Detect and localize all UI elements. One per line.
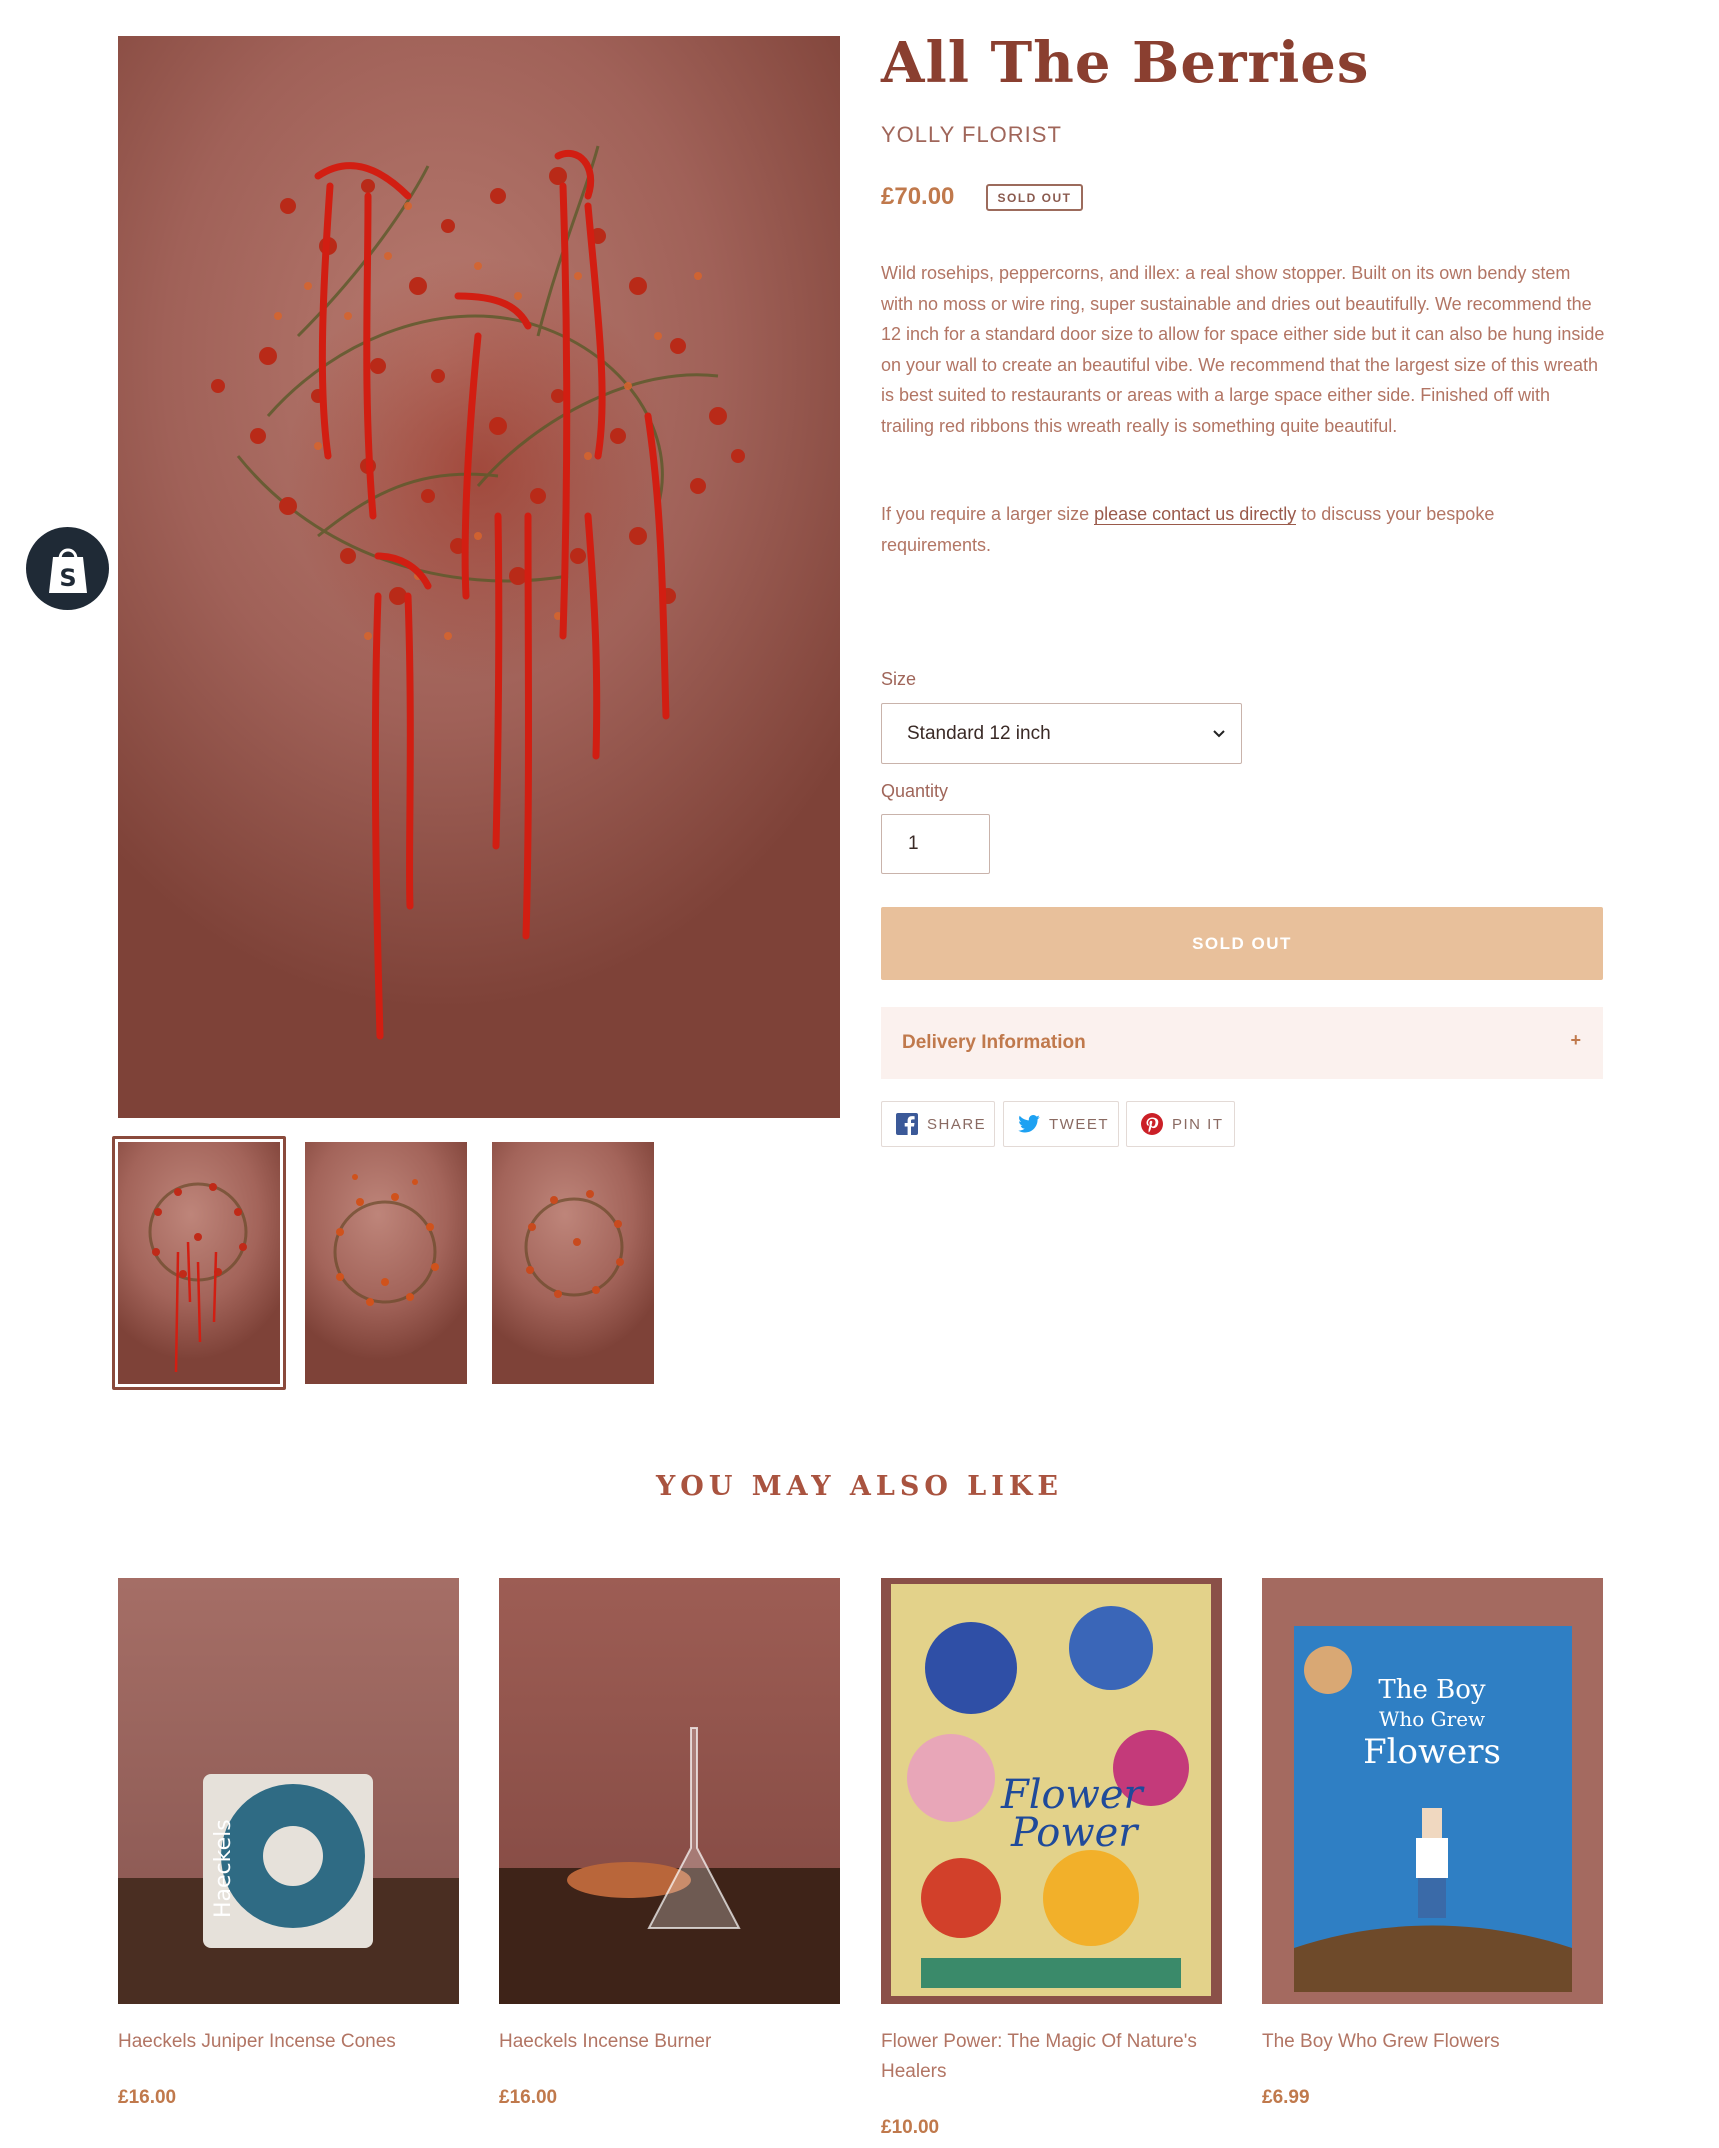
quantity-value: 1 [908,833,919,854]
svg-text:Flowers: Flowers [1363,1732,1501,1772]
share-twitter-button[interactable]: TWEET [1003,1101,1119,1147]
pinterest-icon [1141,1113,1163,1135]
size-label: Size [881,669,917,689]
svg-text:Haeckels: Haeckels [211,1819,236,1918]
product-card-image[interactable]: Flower Power [881,1578,1222,2004]
thumbnail-3[interactable] [492,1142,654,1384]
product-card-image[interactable]: Haeckels [118,1578,459,2004]
share-pinterest-button[interactable]: PIN IT [1126,1101,1235,1147]
tweet-label: TWEET [1049,1115,1109,1133]
contact-link[interactable]: please contact us directly [1094,504,1297,525]
svg-text:Who Grew: Who Grew [1379,1707,1485,1731]
thumbnail-selected-frame [112,1136,286,1390]
chevron-down-icon [1213,730,1225,738]
product-card-title[interactable]: The Boy Who Grew Flowers [1262,2027,1607,2057]
product-card-price: £10.00 [881,2117,940,2138]
product-card-title[interactable]: Flower Power: The Magic Of Nature's Heal… [881,2027,1226,2087]
product-description: Wild rosehips, peppercorns, and illex: a… [881,263,1605,436]
product-card-price: £16.00 [499,2087,558,2108]
plus-icon: + [1570,1030,1581,1050]
delivery-information-toggle[interactable]: Delivery Information + [881,1007,1603,1079]
sold-out-badge: SOLD OUT [986,184,1083,211]
contact-note: If you require a larger size please cont… [881,499,1606,560]
product-title: All The Berries [881,30,1370,96]
share-facebook-button[interactable]: SHARE [881,1101,995,1147]
svg-text:Power: Power [1010,1810,1140,1856]
product-card-image[interactable] [499,1578,840,2004]
delivery-label: Delivery Information [902,1032,1086,1053]
product-vendor: YOLLY FLORIST [881,122,1062,147]
sold-out-button[interactable]: SOLD OUT [881,907,1603,980]
twitter-icon [1018,1115,1040,1133]
product-card-title[interactable]: Haeckels Juniper Incense Cones [118,2027,463,2057]
product-card-image[interactable]: The Boy Who Grew Flowers [1262,1578,1603,2004]
product-card-price: £6.99 [1262,2087,1310,2108]
facebook-icon [896,1113,918,1135]
svg-text:S: S [59,564,76,592]
size-select[interactable]: Standard 12 inch [881,703,1242,764]
quantity-input[interactable]: 1 [881,814,990,874]
pin-label: PIN IT [1172,1115,1224,1133]
quantity-label: Quantity [881,781,949,801]
svg-text:The Boy: The Boy [1378,1675,1485,1705]
product-card-title[interactable]: Haeckels Incense Burner [499,2027,844,2057]
size-select-value: Standard 12 inch [907,722,1051,744]
related-heading: YOU MAY ALSO LIKE [656,1471,1063,1502]
shopify-bag-icon[interactable]: S [26,527,109,610]
thumbnail-2[interactable] [305,1142,467,1384]
main-product-image[interactable] [118,36,840,1118]
contact-note-before: If you require a larger size [881,504,1095,524]
share-label: SHARE [927,1115,987,1133]
product-card-price: £16.00 [118,2087,177,2108]
product-price: £70.00 [881,183,955,210]
